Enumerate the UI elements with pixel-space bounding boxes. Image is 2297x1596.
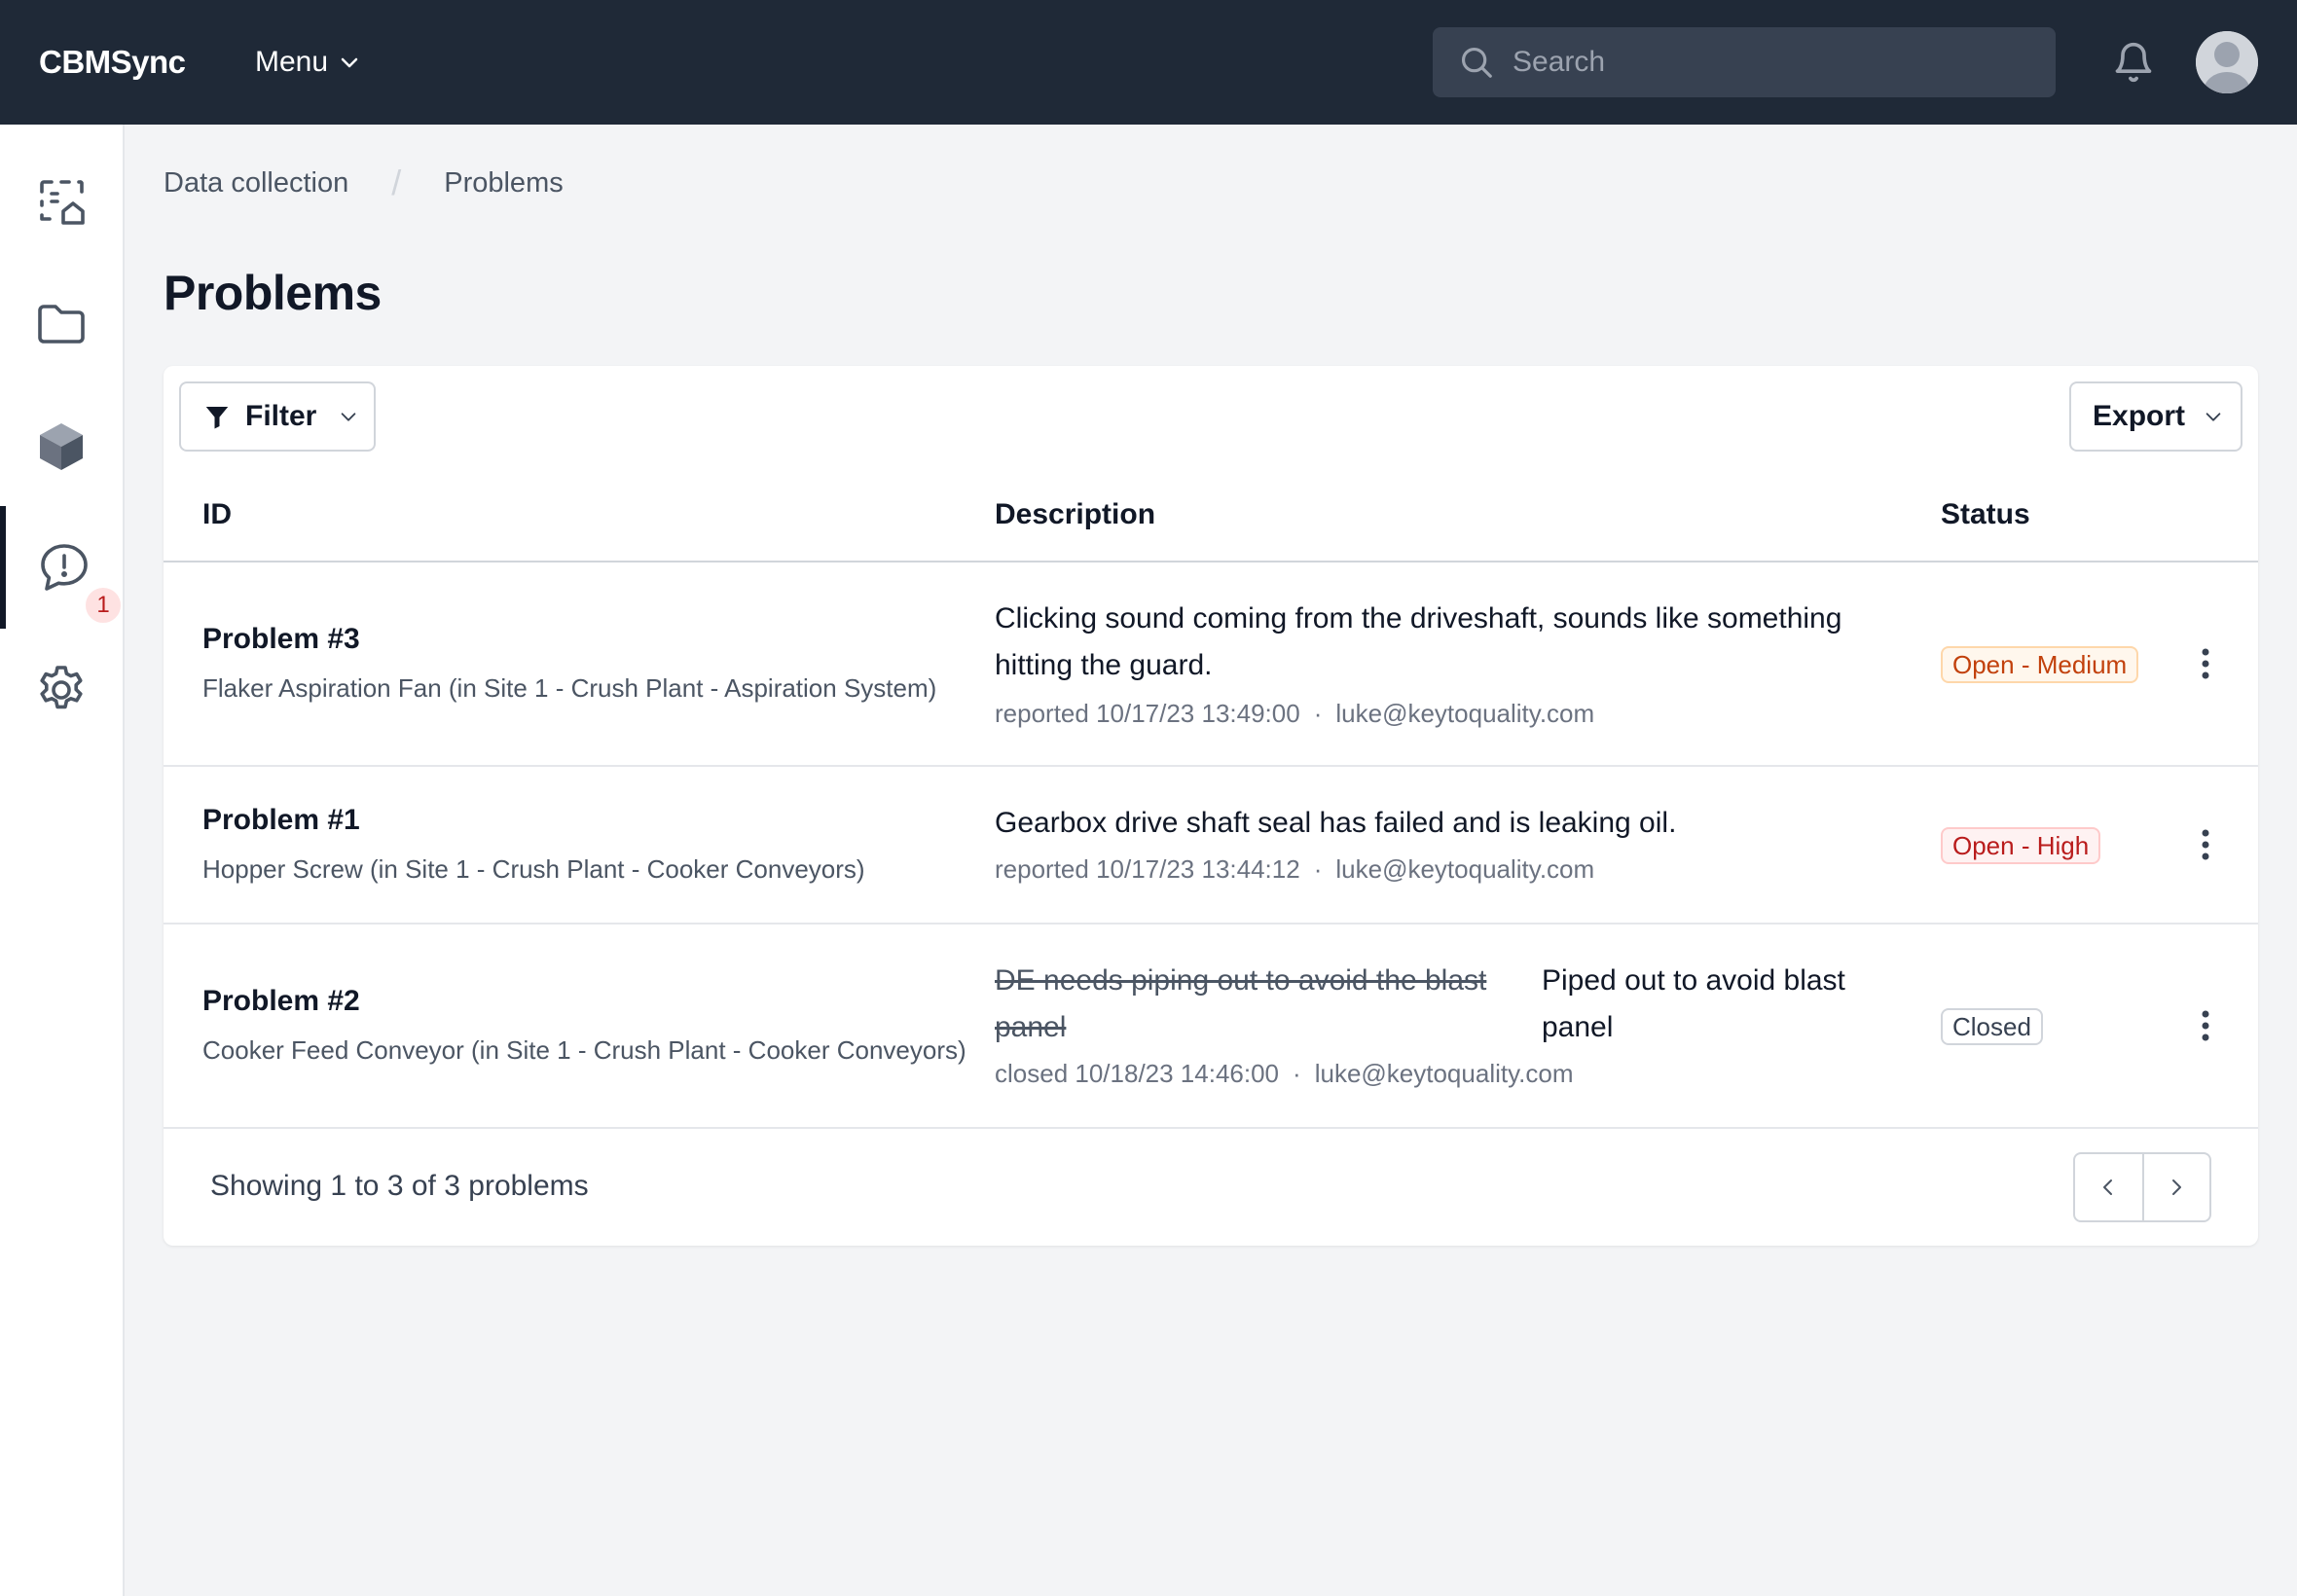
meta-separator: ·	[1293, 1059, 1301, 1088]
export-label: Export	[2093, 400, 2186, 432]
meta-date: closed 10/18/23 14:46:00	[995, 1059, 1280, 1088]
avatar[interactable]	[2196, 31, 2258, 93]
menu-label: Menu	[255, 46, 329, 78]
updated-description-line: Piped out to avoid blast	[1542, 964, 1845, 997]
cube-icon	[40, 423, 83, 470]
meta-date: reported 10/17/23 13:44:12	[995, 854, 1300, 884]
header-divider	[164, 561, 2258, 562]
breadcrumb-item-data-collection[interactable]: Data collection	[164, 167, 348, 200]
menu-button[interactable]: Menu	[255, 35, 361, 90]
problem-description: Gearbox drive shaft seal has failed and …	[995, 807, 1677, 839]
row-divider	[164, 765, 2258, 767]
chevron-right-icon	[2172, 1179, 2182, 1195]
summary-suffix: problems	[468, 1170, 589, 1202]
top-bar: CBMSync Menu	[0, 0, 2297, 125]
breadcrumb-separator: /	[391, 163, 402, 202]
problem-description-previous: DE needs piping out to avoid the blast p…	[995, 958, 1520, 1051]
meta-date: reported 10/17/23 13:49:00	[995, 699, 1300, 728]
problem-meta: reported 10/17/23 13:44:12 · luke@keytoqua…	[995, 854, 1594, 885]
row-divider	[164, 1127, 2258, 1129]
summary-prefix: Showing	[210, 1170, 323, 1202]
chevron-down-icon	[342, 413, 356, 421]
column-header-id[interactable]: ID	[202, 498, 232, 531]
problem-asset: Cooker Feed Conveyor (in Site 1 - Crush …	[202, 1035, 966, 1065]
more-options-icon[interactable]	[2194, 1006, 2217, 1045]
export-button[interactable]: Export	[2069, 381, 2242, 452]
previous-description-line: panel	[995, 1011, 1067, 1043]
more-options-icon[interactable]	[2194, 644, 2217, 683]
status-badge: Closed	[1941, 1008, 2043, 1045]
data-collection-icon	[40, 180, 85, 225]
sidebar-item-folders[interactable]	[0, 263, 123, 385]
previous-page-button[interactable]	[2075, 1154, 2142, 1220]
problem-description-updated: Piped out to avoid blast panel	[1542, 958, 1912, 1051]
bell-icon[interactable]	[2112, 39, 2155, 86]
status-badge: Open - High	[1941, 827, 2101, 864]
previous-description-line: DE needs piping out to avoid the blast	[995, 964, 1487, 997]
problem-description: Clicking sound coming from the driveshaf…	[995, 602, 1842, 681]
summary-to-word: to	[354, 1170, 380, 1202]
updated-description-line: panel	[1542, 1011, 1614, 1043]
breadcrumb-item-problems[interactable]: Problems	[444, 167, 564, 200]
meta-separator: ·	[1313, 854, 1323, 884]
problems-count-badge: 1	[84, 586, 123, 625]
column-header-description[interactable]: Description	[995, 498, 1155, 531]
column-header-status[interactable]: Status	[1941, 498, 2030, 531]
problem-id[interactable]: Problem #3	[202, 623, 360, 656]
filter-label: Filter	[245, 400, 317, 432]
summary-of-word: of	[411, 1170, 436, 1202]
meta-separator: ·	[1313, 699, 1323, 728]
problem-asset: Flaker Aspiration Fan (in Site 1 - Crush…	[202, 673, 937, 703]
user-avatar-icon	[2196, 31, 2258, 93]
status-badge: Open - Medium	[1941, 646, 2139, 683]
sidebar: 1	[0, 125, 125, 1596]
meta-user: luke@keytoquality.com	[1335, 854, 1595, 884]
summary-to: 3	[386, 1170, 404, 1202]
search-box[interactable]	[1433, 27, 2056, 97]
problem-meta: closed 10/18/23 14:46:00 · luke@keytoquali…	[995, 1059, 1574, 1089]
sidebar-item-settings[interactable]	[0, 629, 123, 751]
page-title: Problems	[164, 266, 382, 320]
problems-icon	[41, 544, 88, 591]
chevron-down-icon	[341, 57, 358, 68]
meta-user: luke@keytoquality.com	[1335, 699, 1595, 728]
gear-icon	[40, 666, 83, 709]
search-input[interactable]	[1513, 46, 2019, 79]
meta-user: luke@keytoquality.com	[1314, 1059, 1574, 1088]
problem-id[interactable]: Problem #2	[202, 985, 360, 1018]
row-divider	[164, 923, 2258, 925]
chevron-left-icon	[2103, 1179, 2113, 1195]
folder-icon	[38, 305, 85, 344]
summary-total: 3	[444, 1170, 460, 1202]
breadcrumb: Data collection / Problems	[164, 163, 564, 202]
problems-table-card: Filter Export ID Description Status Prob…	[164, 366, 2258, 1246]
chevron-down-icon	[2206, 413, 2221, 421]
filter-button[interactable]: Filter	[179, 381, 376, 452]
sidebar-item-data-collection[interactable]	[0, 140, 123, 263]
summary-from: 1	[330, 1170, 347, 1202]
sidebar-item-assets[interactable]	[0, 385, 123, 508]
next-page-button[interactable]	[2141, 1154, 2209, 1220]
search-icon	[1461, 47, 1492, 78]
problem-id[interactable]: Problem #1	[202, 804, 360, 837]
pagination	[2073, 1152, 2211, 1222]
filter-icon	[205, 407, 229, 429]
problem-meta: reported 10/17/23 13:49:00 · luke@keytoqua…	[995, 699, 1594, 729]
pagination-summary: Showing 1 to 3 of 3 problems	[210, 1170, 589, 1203]
sidebar-item-problems[interactable]: 1	[0, 506, 123, 629]
more-options-icon[interactable]	[2194, 825, 2217, 864]
app-brand[interactable]: CBMSync	[39, 0, 186, 125]
problem-asset: Hopper Screw (in Site 1 - Crush Plant - …	[202, 854, 865, 884]
